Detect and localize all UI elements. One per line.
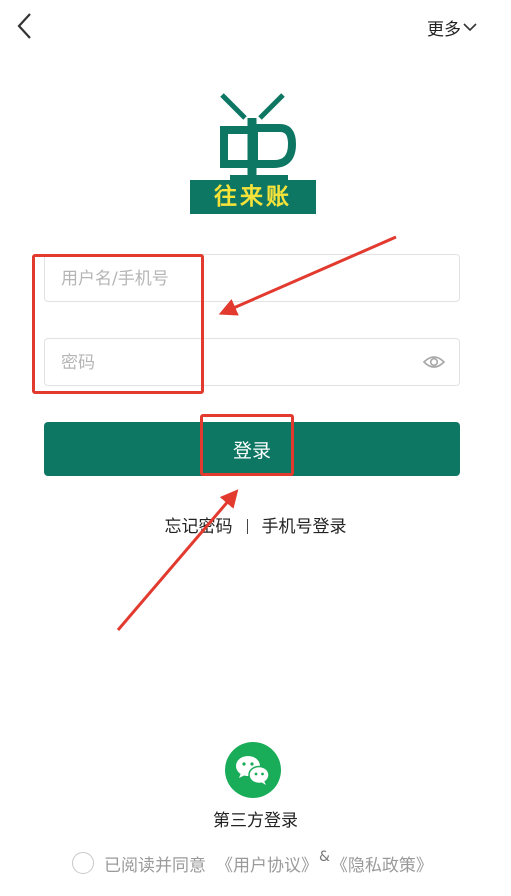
logo-text: 往来账 [214, 184, 292, 210]
agreement-row: 已阅读并同意 《用户协议》 & 《隐私政策》 [72, 849, 433, 877]
agreement-checkbox[interactable] [72, 852, 94, 874]
annotation-box-credentials [32, 254, 204, 394]
privacy-policy-link[interactable]: 《隐私政策》 [331, 851, 433, 876]
login-options: 忘记密码 手机号登录 [0, 512, 511, 537]
eye-icon[interactable] [423, 352, 445, 372]
user-agreement-link[interactable]: 《用户协议》 [216, 851, 318, 876]
ampersand: & [319, 849, 330, 865]
agreement-prefix: 已阅读并同意 [104, 855, 206, 876]
chevron-left-icon [17, 13, 31, 39]
phone-login-link[interactable]: 手机号登录 [262, 517, 347, 537]
wechat-icon [236, 756, 270, 785]
more-label: 更多 [427, 19, 461, 40]
annotation-box-login [200, 414, 294, 476]
back-button[interactable] [10, 10, 42, 42]
divider [246, 519, 248, 534]
chevron-down-icon [463, 23, 477, 32]
third-party-login-label: 第三方登录 [213, 811, 298, 831]
forgot-password-link[interactable]: 忘记密码 [165, 517, 233, 537]
more-menu-button[interactable]: 更多 [427, 14, 477, 40]
wechat-login-button[interactable] [225, 742, 281, 798]
app-logo: 往来账 [190, 92, 316, 216]
